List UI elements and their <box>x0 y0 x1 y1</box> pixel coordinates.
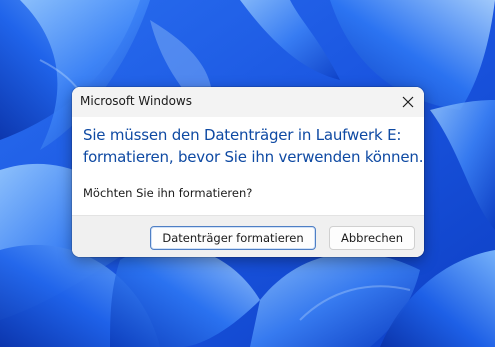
format-disk-button[interactable]: Datenträger formatieren <box>150 226 316 250</box>
dialog-question: Möchten Sie ihn formatieren? <box>83 186 253 200</box>
format-disk-dialog: Microsoft Windows Sie müssen den Datentr… <box>72 87 424 257</box>
close-button[interactable] <box>392 87 424 117</box>
cancel-button[interactable]: Abbrechen <box>329 226 415 250</box>
dialog-title: Microsoft Windows <box>80 94 192 108</box>
close-icon <box>402 96 414 108</box>
dialog-content: Sie müssen den Datenträger in Laufwerk E… <box>72 117 424 215</box>
main-instruction-line: Sie müssen den Datenträger in Laufwerk E… <box>83 126 402 144</box>
dialog-titlebar: Microsoft Windows <box>72 87 424 117</box>
dialog-button-bar: Datenträger formatieren Abbrechen <box>72 215 424 257</box>
main-instruction-line: formatieren, bevor Sie ihn verwenden kön… <box>83 148 424 166</box>
main-instruction: Sie müssen den Datenträger in Laufwerk E… <box>83 124 424 168</box>
